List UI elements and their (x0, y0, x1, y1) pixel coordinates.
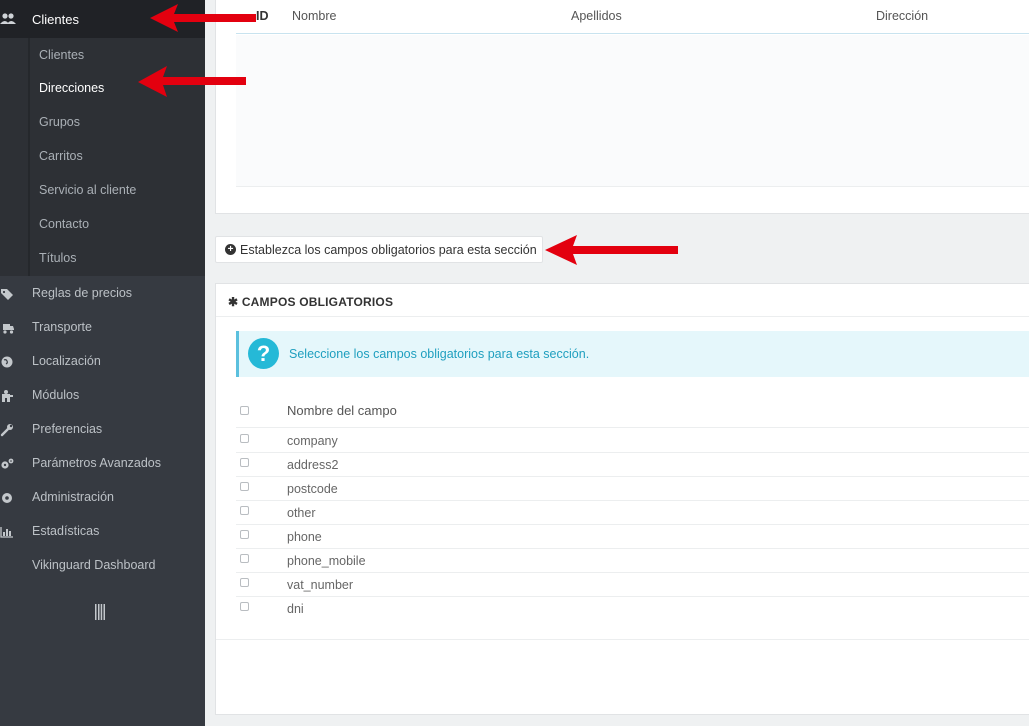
field-name-phone: phone (287, 530, 322, 544)
sidebar-item-transporte[interactable]: Transporte (0, 316, 205, 340)
submenu-item-servicio-al-cliente[interactable]: Servicio al cliente (39, 180, 136, 200)
submenu-item-carritos[interactable]: Carritos (39, 146, 83, 166)
sidebar-item-label: Administración (32, 490, 114, 504)
field-name-phone-mobile: phone_mobile (287, 554, 366, 568)
row-divider (236, 596, 1029, 597)
submenu-item-grupos[interactable]: Grupos (39, 112, 80, 132)
sidebar-item-parametros-avanzados[interactable]: Parámetros Avanzados (0, 452, 205, 476)
sidebar-item-label: Módulos (32, 388, 80, 402)
puzzle-icon (2, 390, 13, 402)
column-header-field-name: Nombre del campo (287, 403, 397, 418)
sidebar-item-label: Estadísticas (32, 524, 100, 538)
sidebar-item-label: Vikinguard Dashboard (32, 558, 156, 572)
sidebar-item-estadisticas[interactable]: Estadísticas (0, 520, 205, 544)
cogs-icon (1, 458, 14, 469)
sidebar-item-modulos[interactable]: Módulos (0, 384, 205, 408)
address-list-panel: ID Nombre Apellidos Dirección (215, 0, 1029, 214)
select-all-checkbox[interactable] (240, 406, 249, 415)
field-name-dni: dni (287, 602, 304, 616)
red-arrow-clientes (150, 4, 256, 32)
sidebar-item-reglas-de-precios[interactable]: Reglas de precios (0, 282, 205, 306)
checkbox-dni[interactable] (240, 602, 249, 611)
field-name-other: other (287, 506, 316, 520)
tag-icon (1, 289, 13, 300)
checkbox-postcode[interactable] (240, 482, 249, 491)
row-divider (236, 476, 1029, 477)
info-alert: ? Seleccione los campos obligatorios par… (236, 331, 1029, 377)
required-fields-panel: ✱ CAMPOS OBLIGATORIOS ? Seleccione los c… (215, 283, 1029, 715)
gear-icon (2, 493, 12, 503)
asterisk-icon: ✱ (228, 295, 239, 309)
submenu-item-contacto[interactable]: Contacto (39, 214, 89, 234)
info-text: Seleccione los campos obligatorios para … (289, 347, 590, 361)
red-arrow-set-required (545, 235, 678, 265)
sidebar-item-localizacion[interactable]: Localización (0, 350, 205, 374)
sidebar-item-label: Localización (32, 354, 101, 368)
question-icon: ? (248, 338, 279, 369)
column-header-nombre[interactable]: Nombre (292, 9, 336, 23)
set-required-fields-label: Establezca los campos obligatorios para … (240, 242, 537, 257)
truck-icon (3, 324, 14, 334)
checkbox-address2[interactable] (240, 458, 249, 467)
column-header-apellidos[interactable]: Apellidos (571, 9, 622, 23)
sidebar-item-administracion[interactable]: Administración (0, 486, 205, 510)
sidebar-item-label: Parámetros Avanzados (32, 456, 162, 470)
submenu-item-clientes[interactable]: Clientes (39, 45, 84, 65)
users-icon (0, 13, 16, 24)
row-divider (236, 572, 1029, 573)
field-name-address2: address2 (287, 458, 339, 472)
row-divider (236, 452, 1029, 453)
table-body (236, 35, 1029, 187)
sidebar-item-label: Transporte (32, 320, 92, 334)
checkbox-vat-number[interactable] (240, 578, 249, 587)
column-header-direccion[interactable]: Dirección (876, 9, 928, 23)
red-arrow-direcciones (138, 66, 246, 97)
sidebar-item-label: Reglas de precios (32, 286, 133, 300)
sidebar-item-label: Clientes (32, 12, 79, 27)
panel-heading: ✱ CAMPOS OBLIGATORIOS (228, 295, 393, 309)
plus-circle-icon: + (225, 244, 236, 255)
field-name-postcode: postcode (287, 482, 338, 496)
sidebar: Clientes Clientes Direcciones Grupos Car… (0, 0, 205, 726)
checkbox-other[interactable] (240, 506, 249, 515)
row-divider (236, 548, 1029, 549)
sidebar-item-label: Preferencias (32, 422, 103, 436)
panel-footer-divider (216, 639, 1029, 640)
row-divider (236, 524, 1029, 525)
row-divider (236, 500, 1029, 501)
panel-title: CAMPOS OBLIGATORIOS (241, 295, 394, 309)
field-name-company: company (287, 434, 338, 448)
submenu-item-titulos[interactable]: Títulos (39, 248, 77, 268)
sidebar-item-preferencias[interactable]: Preferencias (0, 418, 205, 442)
submenu-item-direcciones[interactable]: Direcciones (39, 78, 104, 98)
checkbox-phone-mobile[interactable] (240, 554, 249, 563)
submenu-rail (28, 38, 30, 276)
sidebar-item-vikinguard-dashboard[interactable]: Vikinguard Dashboard (0, 554, 205, 578)
field-name-vat-number: vat_number (287, 578, 354, 592)
row-divider (236, 427, 1029, 428)
set-required-fields-button[interactable]: + Establezca los campos obligatorios par… (215, 236, 543, 263)
header-divider (236, 33, 1029, 34)
checkbox-phone[interactable] (240, 530, 249, 539)
heading-divider (216, 316, 1029, 317)
wrench-icon (0, 424, 13, 437)
bar-chart-icon (0, 527, 13, 538)
checkbox-company[interactable] (240, 434, 249, 443)
collapse-sidebar-icon[interactable] (95, 604, 105, 620)
globe-icon (1, 356, 13, 368)
